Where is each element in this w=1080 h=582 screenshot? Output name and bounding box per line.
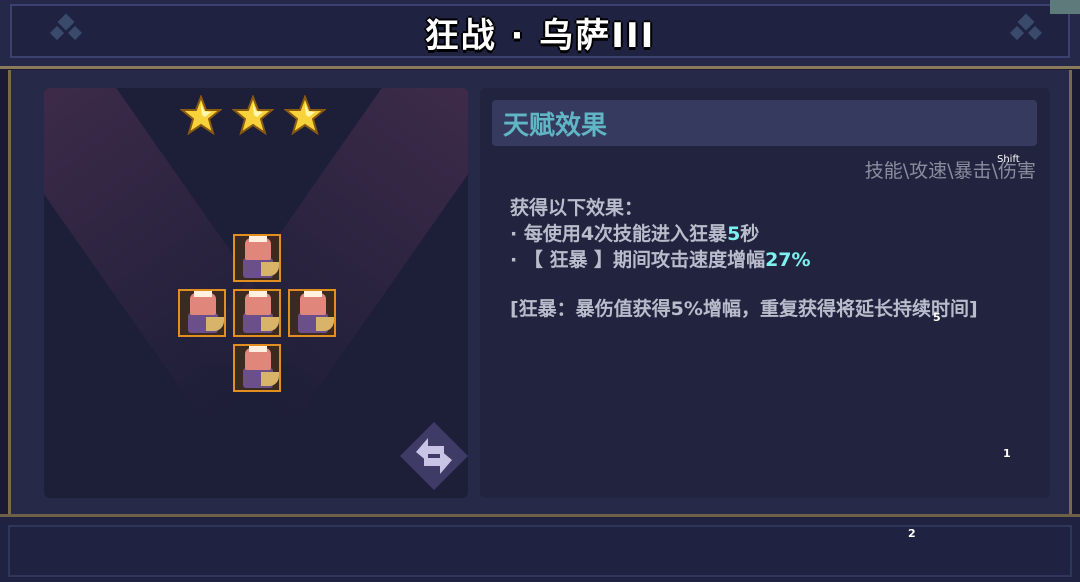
talent-effect-line: · 每使用4次技能进入狂暴5秒 [510, 223, 760, 245]
hero-unit-tile[interactable] [233, 289, 281, 337]
shift-key-hint: Shift [997, 154, 1020, 165]
overlay-marker: 1 [1003, 447, 1011, 460]
page-title: 狂战 · 乌萨III [424, 16, 656, 56]
hero-unit-tile[interactable] [288, 289, 336, 337]
overlay-marker: 2 [908, 527, 916, 540]
star-icon [284, 95, 326, 136]
talent-section-title: 天赋效果 [503, 111, 608, 141]
hero-unit-tile[interactable] [233, 344, 281, 392]
title-bar: 狂战 · 乌萨III [0, 0, 1080, 69]
swap-icon[interactable] [394, 416, 474, 496]
star-rating [180, 95, 326, 137]
bottom-bar [0, 514, 1080, 582]
hero-unit-tile[interactable] [178, 289, 226, 337]
hero-unit-tile[interactable] [233, 234, 281, 282]
star-icon [180, 95, 222, 136]
talent-intro: 获得以下效果： [510, 197, 644, 219]
talent-panel [480, 88, 1050, 498]
talent-effect-line: · 【 狂暴 】期间攻击速度增幅27% [510, 249, 811, 271]
overlay-marker: 5 [933, 311, 941, 324]
star-icon [232, 95, 274, 136]
